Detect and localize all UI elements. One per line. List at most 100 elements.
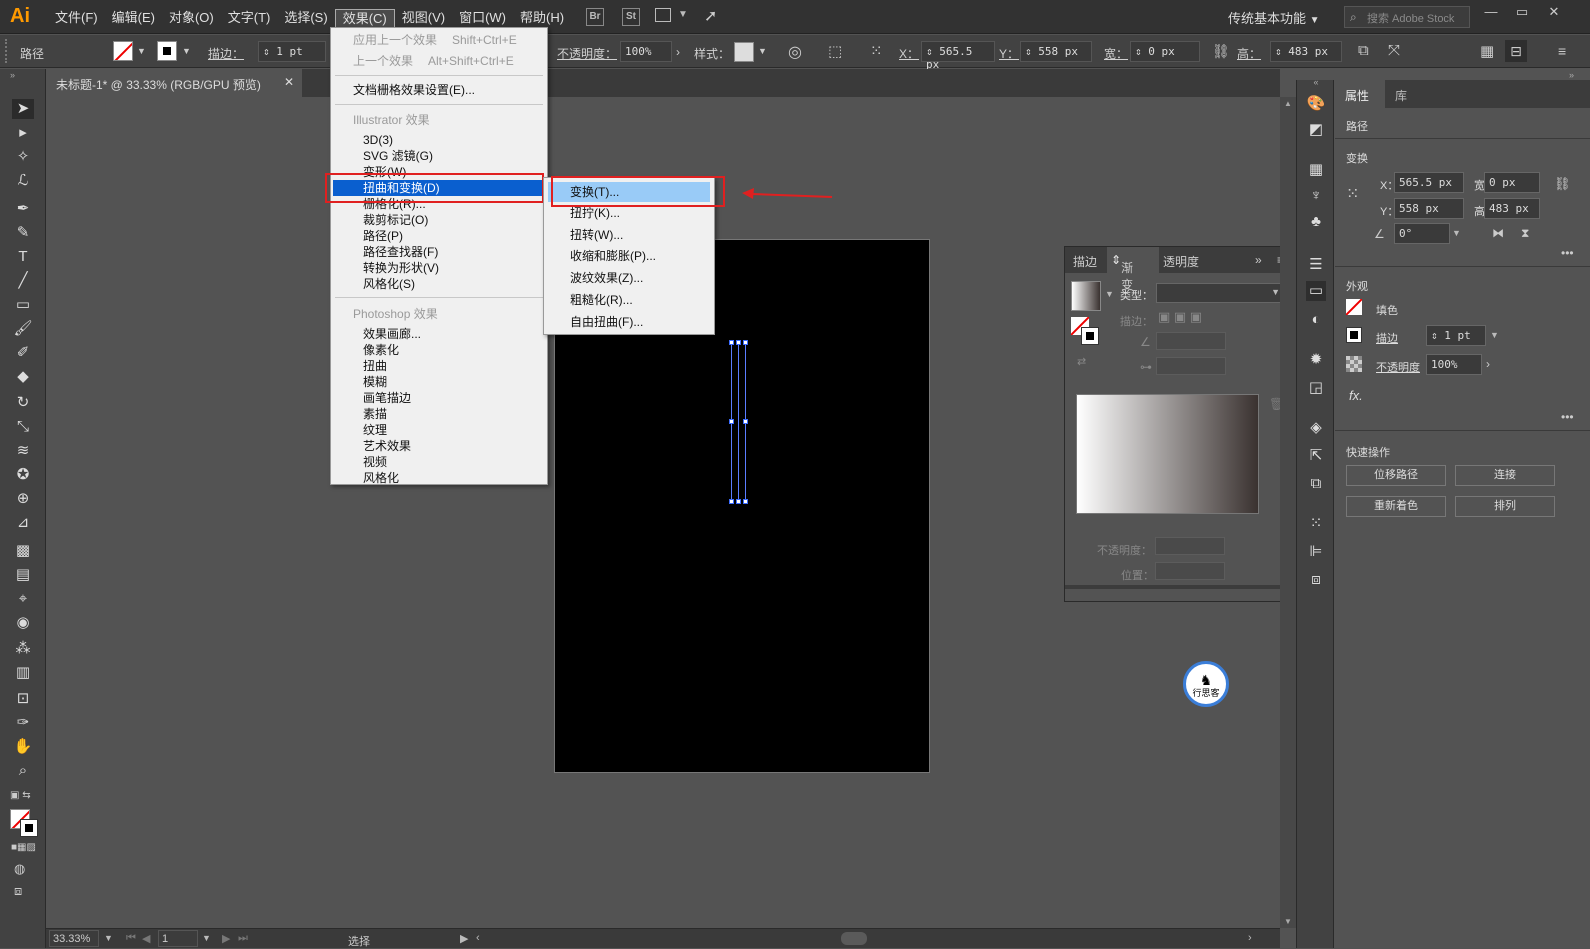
menu-item-brush-strokes[interactable]: 画笔描边: [363, 390, 411, 406]
chevron-down-icon[interactable]: ▼: [758, 46, 767, 56]
height-field[interactable]: ⇕ 483 px: [1270, 41, 1342, 62]
menu-file[interactable]: 文件(F): [48, 9, 105, 29]
eraser-tool-icon[interactable]: ◆: [12, 367, 34, 387]
recolor-button[interactable]: 重新着色: [1346, 496, 1446, 517]
stroke-color-icon[interactable]: [1081, 327, 1099, 345]
submenu-item-pucker-twist[interactable]: 扭拧(K)...: [570, 205, 620, 221]
chevron-right-icon[interactable]: »: [1255, 253, 1262, 267]
transform-panel-icon[interactable]: ⁙: [1306, 514, 1326, 534]
selection-handle[interactable]: [729, 499, 734, 504]
offset-path-button[interactable]: 位移路径: [1346, 465, 1446, 486]
stroke-color-icon[interactable]: [1346, 327, 1362, 343]
default-colors-icon[interactable]: ▣ ⇆: [10, 790, 31, 801]
menu-effect[interactable]: 效果(C): [334, 9, 395, 29]
align-panel-icon[interactable]: ⊫: [1306, 542, 1326, 562]
menu-item-effect-gallery[interactable]: 效果画廊...: [363, 326, 421, 342]
magic-wand-tool-icon[interactable]: ✧: [12, 147, 34, 167]
chevron-right-icon[interactable]: ›: [1486, 357, 1490, 371]
submenu-item-twist[interactable]: 扭转(W)...: [570, 227, 623, 243]
link-proportions-icon[interactable]: ⛓: [1554, 176, 1571, 192]
document-tab[interactable]: 未标题-1* @ 33.33% (RGB/GPU 预览) ✕: [46, 69, 302, 97]
width-tool-icon[interactable]: ≋: [12, 441, 34, 461]
stroke-weight-field[interactable]: ⇕ 1 pt: [258, 41, 326, 62]
scroll-right-icon[interactable]: ›: [1248, 932, 1252, 944]
props-stroke-label[interactable]: 描边: [1376, 330, 1398, 346]
stock-search-input[interactable]: ⌕ 搜索 Adobe Stock: [1344, 6, 1470, 28]
gradient-panel-icon[interactable]: ▭: [1306, 281, 1326, 301]
tab-libraries[interactable]: 库: [1395, 87, 1407, 104]
color-guide-icon[interactable]: ◩: [1306, 120, 1326, 140]
reference-point-icon[interactable]: ⁙: [870, 42, 883, 60]
prev-page-icon[interactable]: ◀: [142, 932, 150, 945]
column-graph-tool-icon[interactable]: ▥: [12, 663, 34, 683]
transform-icon[interactable]: ⧉: [1358, 42, 1369, 59]
mesh-tool-icon[interactable]: ▩: [12, 541, 34, 561]
curvature-tool-icon[interactable]: ✎: [12, 223, 34, 243]
eyedropper-tool-icon[interactable]: ⌖: [12, 589, 34, 609]
menu-item-sketch[interactable]: 素描: [363, 406, 387, 422]
collapse-icon[interactable]: «: [1306, 72, 1326, 92]
menu-item-video[interactable]: 视频: [363, 454, 387, 470]
reference-point-icon[interactable]: ⁙: [1346, 184, 1359, 204]
more-options-icon[interactable]: •••: [1561, 410, 1574, 424]
tab-gradient[interactable]: ⇕ 渐变: [1111, 253, 1133, 292]
join-button[interactable]: 连接: [1455, 465, 1555, 486]
color-panel-icon[interactable]: 🎨: [1306, 94, 1326, 114]
line-tool-icon[interactable]: ╱: [12, 271, 34, 291]
menu-type[interactable]: 文字(T): [221, 9, 278, 29]
first-page-icon[interactable]: ⏮: [126, 932, 136, 945]
symbols-icon[interactable]: ♣: [1306, 212, 1326, 232]
maximize-icon[interactable]: ▭: [1508, 4, 1536, 24]
menu-icon[interactable]: ≡: [1558, 43, 1566, 59]
gradient-tool-icon[interactable]: ▤: [12, 565, 34, 585]
close-icon[interactable]: ✕: [1540, 4, 1568, 24]
shaper-tool-icon[interactable]: ✐: [12, 343, 34, 363]
props-y-field[interactable]: 558 px: [1394, 198, 1464, 219]
stroke-panel-icon[interactable]: ☰: [1306, 255, 1326, 275]
chevron-down-icon[interactable]: ▼: [104, 933, 113, 943]
width-field[interactable]: ⇕ 0 px: [1130, 41, 1200, 62]
opacity-field[interactable]: 100%: [620, 41, 672, 62]
menu-item-pixelate[interactable]: 像素化: [363, 342, 399, 358]
puppet-warp-tool-icon[interactable]: ✪: [12, 465, 34, 485]
menu-item-svg-filters[interactable]: SVG 滤镜(G): [363, 148, 433, 164]
menu-item-crop-marks[interactable]: 裁剪标记(O): [363, 212, 428, 228]
fx-icon[interactable]: fx.: [1349, 388, 1363, 403]
lasso-tool-icon[interactable]: ℒ: [12, 171, 34, 191]
menu-item-convert-to-shape[interactable]: 转换为形状(V): [363, 260, 439, 276]
minimize-icon[interactable]: —: [1477, 4, 1505, 24]
chevron-right-icon[interactable]: ›: [676, 45, 680, 59]
menu-item-raster-settings[interactable]: 文档栅格效果设置(E)...: [353, 82, 475, 98]
selection-tool-icon[interactable]: ➤: [12, 99, 34, 119]
menu-item-texture[interactable]: 纹理: [363, 422, 387, 438]
collapse-icon[interactable]: »: [1569, 70, 1574, 80]
close-icon[interactable]: ✕: [284, 75, 294, 89]
menu-edit[interactable]: 编辑(E): [105, 9, 162, 29]
tab-transparency[interactable]: 透明度: [1163, 253, 1199, 270]
rectangle-tool-icon[interactable]: ▭: [12, 295, 34, 315]
selection-handle[interactable]: [729, 340, 734, 345]
submenu-item-pucker-bloat[interactable]: 收缩和膨胀(P)...: [570, 248, 656, 264]
artboards-icon[interactable]: ⧉: [1306, 474, 1326, 494]
page-field[interactable]: 1: [158, 930, 198, 947]
menu-item-distort[interactable]: 扭曲: [363, 358, 387, 374]
flip-vertical-icon[interactable]: ⧗: [1521, 226, 1529, 241]
props-opacity-field[interactable]: 100%: [1426, 354, 1482, 375]
arrange-icon[interactable]: ▦: [1480, 42, 1494, 60]
paintbrush-tool-icon[interactable]: 🖌: [12, 319, 34, 339]
selection-handle[interactable]: [743, 499, 748, 504]
pathfinder-icon[interactable]: ⧈: [1306, 570, 1326, 590]
props-angle-field[interactable]: 0°: [1394, 223, 1450, 244]
workspace-switcher[interactable]: 传统基本功能 ▼: [1228, 8, 1320, 27]
scroll-left-icon[interactable]: ‹: [476, 932, 480, 944]
selection-handle[interactable]: [729, 419, 734, 424]
gpu-rocket-icon[interactable]: ➚: [704, 6, 717, 26]
menu-view[interactable]: 视图(V): [395, 9, 452, 29]
menu-item-artistic[interactable]: 艺术效果: [363, 438, 411, 454]
status-menu-icon[interactable]: ▶: [460, 932, 468, 945]
zoom-tool-icon[interactable]: ⌕: [12, 761, 34, 781]
x-field[interactable]: ⇕ 565.5 px: [921, 41, 995, 71]
submenu-item-roughen[interactable]: 粗糙化(R)...: [570, 292, 633, 308]
shape-builder-tool-icon[interactable]: ⊕: [12, 489, 34, 509]
blend-tool-icon[interactable]: ◉: [12, 613, 34, 633]
